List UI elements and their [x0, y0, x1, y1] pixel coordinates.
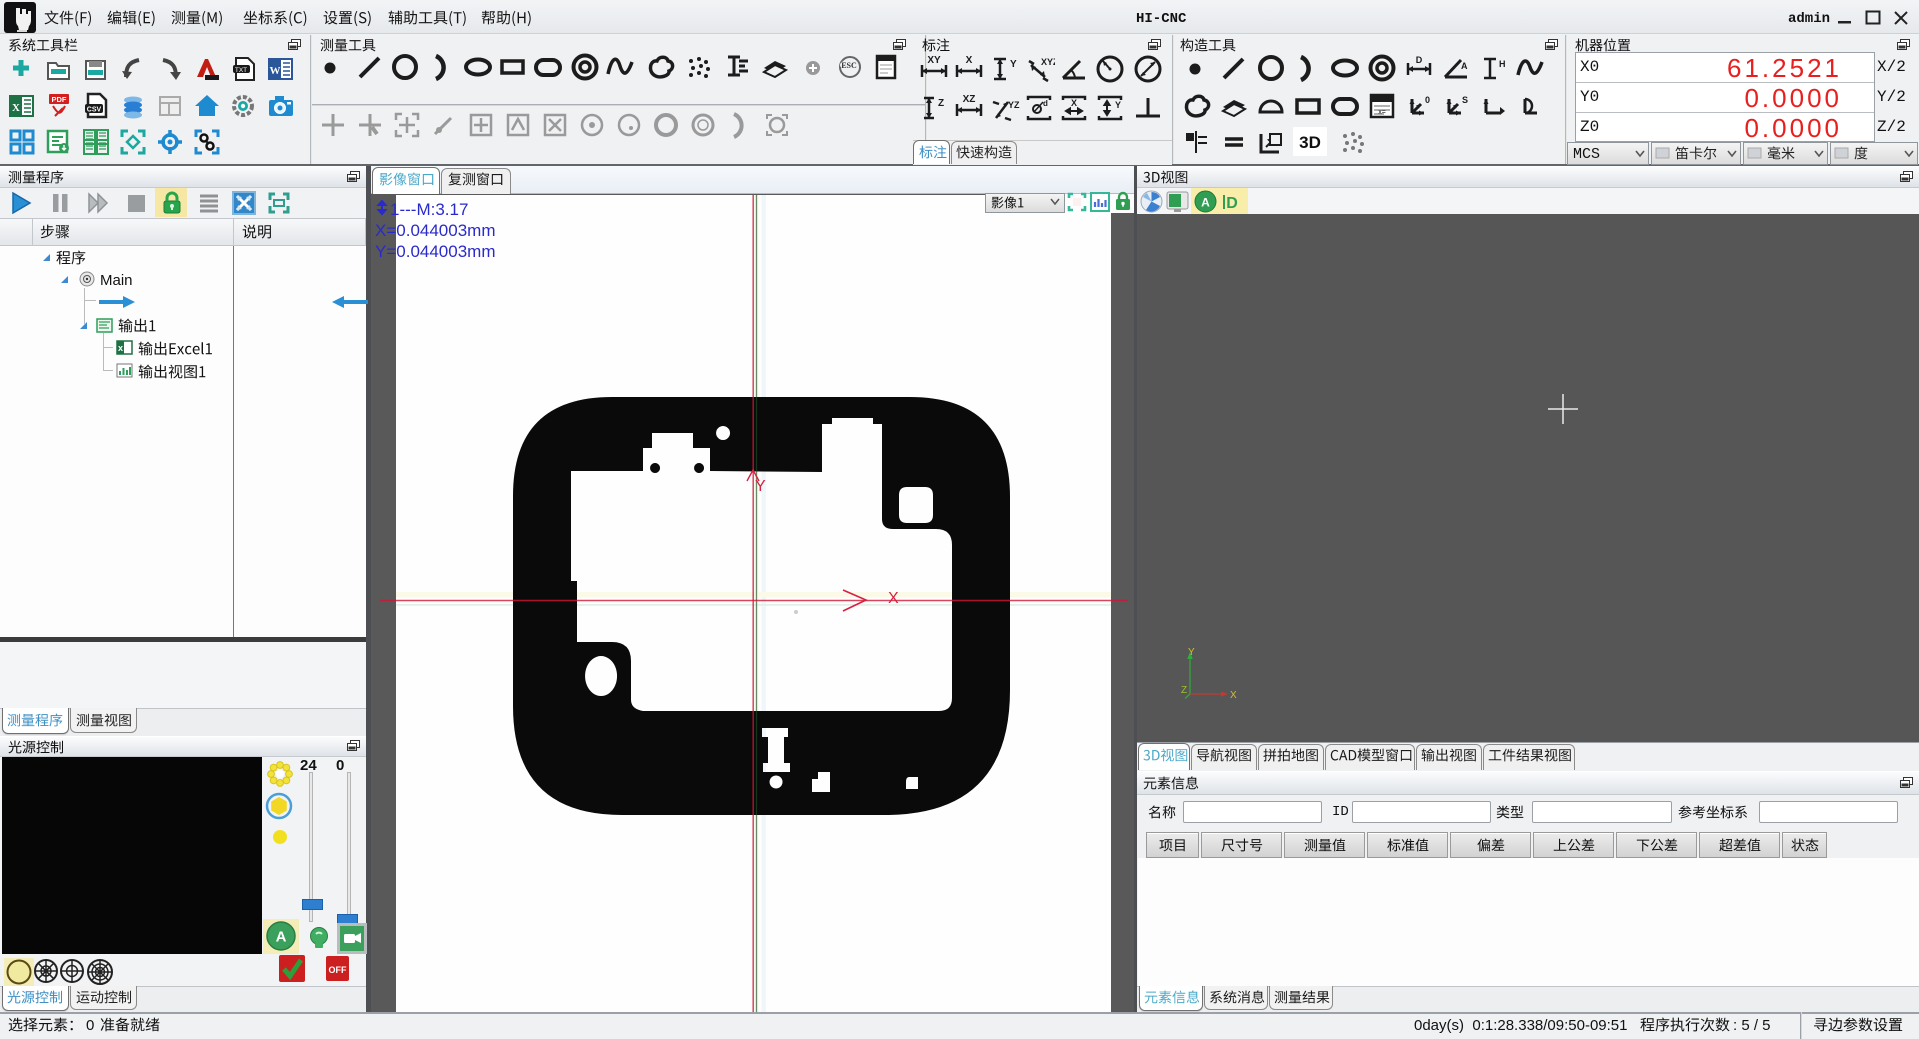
svg-text:YZ: YZ: [1008, 100, 1020, 110]
svg-text:A: A: [1201, 196, 1210, 210]
svg-text:D: D: [1226, 195, 1238, 212]
svg-text:x: x: [118, 343, 123, 353]
svg-text:Y: Y: [1115, 100, 1121, 110]
svg-text:H: H: [1499, 59, 1506, 69]
svg-text:XZ: XZ: [963, 94, 976, 105]
svg-text:Y: Y: [1188, 647, 1195, 658]
svg-text:A: A: [1461, 61, 1468, 71]
svg-text:ESC: ESC: [841, 61, 857, 70]
svg-text:Y: Y: [1010, 59, 1017, 70]
svg-text:X: X: [966, 55, 973, 66]
svg-text:A: A: [276, 929, 287, 946]
svg-text:Z: Z: [938, 98, 944, 109]
svg-text:X: X: [12, 102, 20, 114]
svg-text:XYZ: XYZ: [1041, 57, 1055, 67]
svg-text:0: 0: [1425, 95, 1430, 105]
svg-text:W: W: [270, 65, 281, 77]
svg-text:d: d: [1043, 99, 1048, 108]
svg-text:X: X: [1230, 690, 1237, 700]
svg-text:D: D: [1416, 55, 1423, 65]
svg-text:PDF: PDF: [52, 95, 67, 104]
svg-text:TXT: TXT: [235, 67, 247, 74]
svg-text:OFF: OFF: [329, 965, 347, 975]
svg-text:CSV: CSV: [87, 107, 102, 114]
svg-text:x=: x=: [1378, 109, 1386, 116]
svg-text:3D: 3D: [1299, 133, 1321, 152]
svg-text:XY: XY: [927, 55, 941, 66]
svg-text:X: X: [1071, 98, 1077, 108]
svg-text:S: S: [1462, 95, 1468, 105]
svg-text:Z: Z: [1181, 685, 1187, 696]
